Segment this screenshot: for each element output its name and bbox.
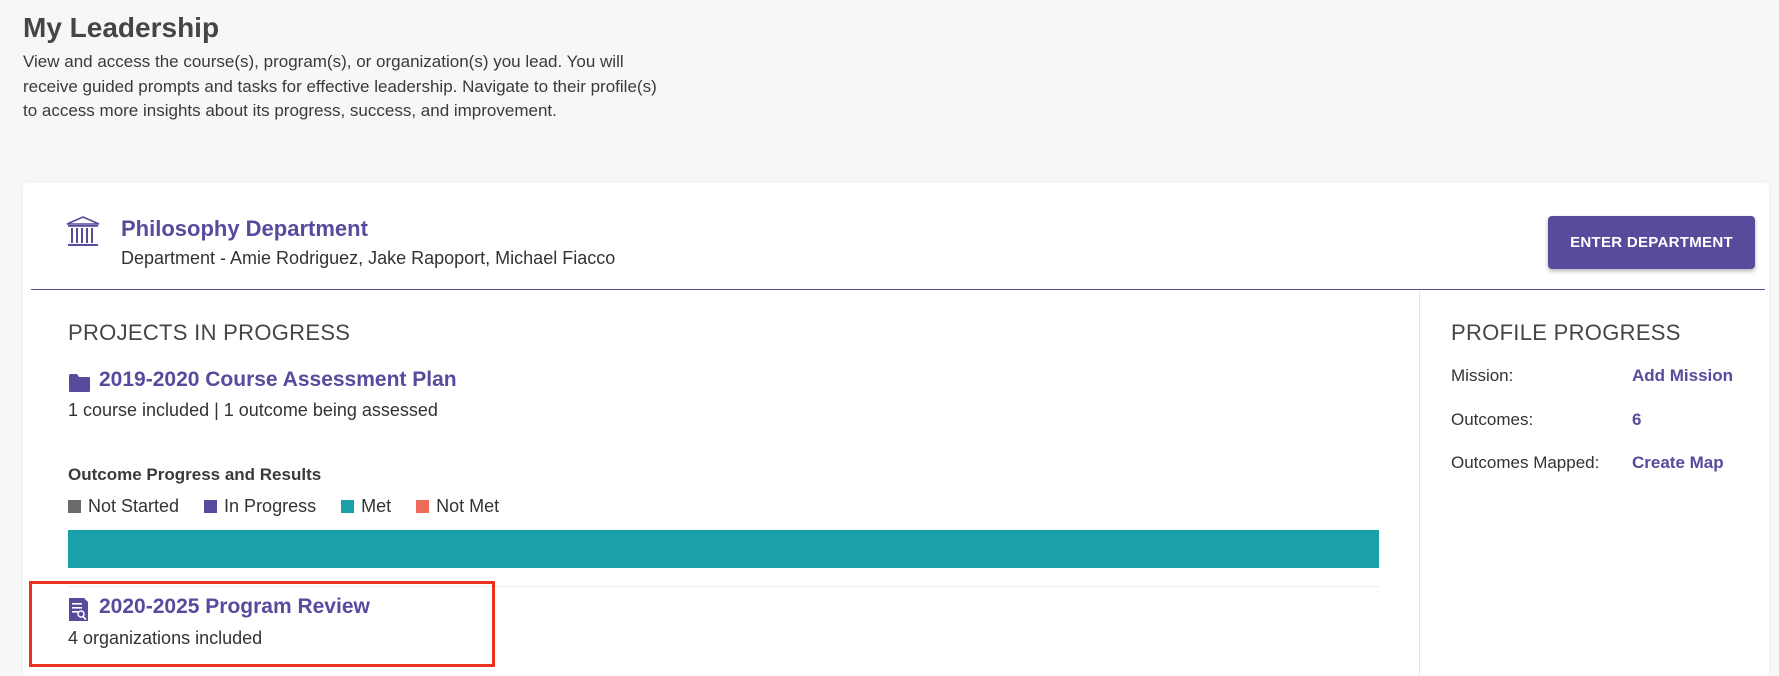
project-title-link[interactable]: 2019-2020 Course Assessment Plan [99,368,457,392]
outcome-progress-bar [68,530,1379,568]
legend-label: Met [361,496,392,516]
create-map-link[interactable]: Create Map [1632,453,1724,473]
project-meta: 4 organizations included [68,628,263,648]
profile-progress-section: PROFILE PROGRESS Mission: Add Mission Ou… [1419,291,1769,676]
legend-item-not-started: Not Started [68,496,179,517]
department-subtitle: Department - Amie Rodriguez, Jake Rapopo… [121,248,616,268]
outcome-progress-label: Outcome Progress and Results [68,465,322,484]
program-review-icon [69,598,88,621]
profile-outcomes-label: Outcomes: [1451,410,1534,429]
legend-swatch [341,500,355,513]
legend-item-in-progress: In Progress [204,496,316,517]
department-title-link[interactable]: Philosophy Department [121,216,368,242]
legend-item-not-met: Not Met [416,496,499,517]
department-card: Philosophy Department Department - Amie … [23,183,1769,676]
project-title-link[interactable]: 2020-2025 Program Review [99,595,370,619]
profile-section-title: PROFILE PROGRESS [1451,320,1681,345]
legend-swatch [416,500,430,513]
page-title: My Leadership [23,12,220,43]
institution-icon [66,216,100,246]
legend-label: Not Started [88,496,180,516]
legend-item-met: Met [341,496,391,517]
page-header: My Leadership View and access the course… [23,10,673,124]
legend-swatch [68,500,81,513]
outcome-legend: Not Started In Progress Met Not Met [68,496,524,517]
projects-section-title: PROJECTS IN PROGRESS [68,320,351,345]
profile-mission-label: Mission: [1451,366,1514,385]
outcomes-count-link[interactable]: 6 [1632,410,1641,430]
projects-section: PROJECTS IN PROGRESS 2019-2020 Course As… [23,291,1419,676]
page-description: View and access the course(s), program(s… [23,52,657,120]
enter-department-button[interactable]: ENTER DEPARTMENT [1548,216,1755,269]
add-mission-link[interactable]: Add Mission [1632,366,1733,386]
legend-swatch [204,500,218,513]
project-divider [68,586,1379,587]
folder-icon [69,374,90,392]
profile-outcomes-mapped-label: Outcomes Mapped: [1451,453,1600,472]
legend-label: Not Met [436,496,500,516]
project-meta: 1 course included | 1 outcome being asse… [68,400,438,420]
department-header: Philosophy Department Department - Amie … [31,183,1765,290]
legend-label: In Progress [224,496,317,516]
